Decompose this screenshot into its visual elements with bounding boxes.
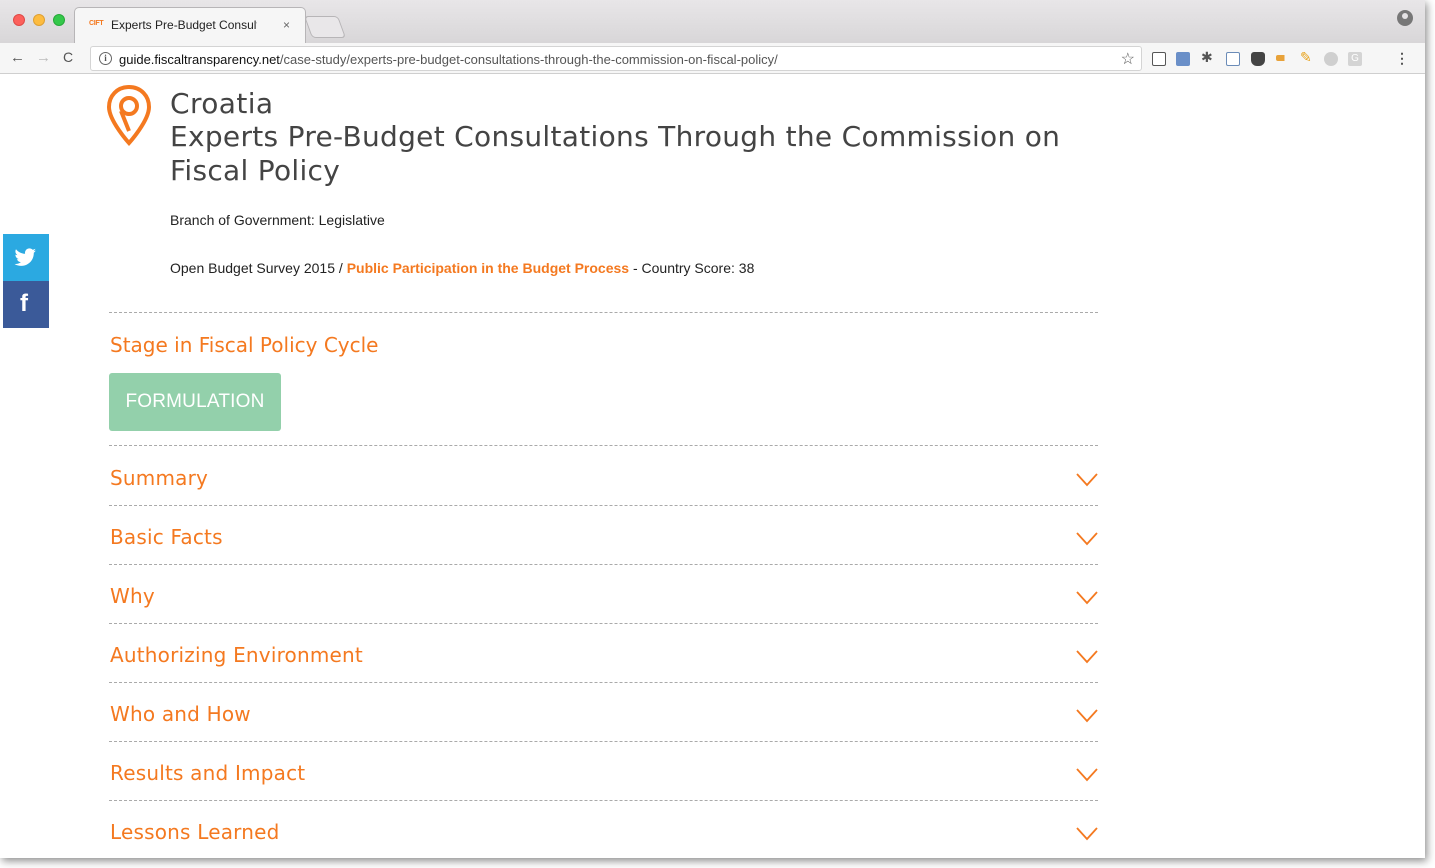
- chevron-down-icon: [1076, 650, 1098, 664]
- back-icon[interactable]: ←: [10, 49, 25, 66]
- chevron-down-icon: [1076, 827, 1098, 841]
- country-heading: Croatia: [170, 87, 274, 120]
- bookmark-star-icon[interactable]: ☆: [1121, 49, 1135, 69]
- obs-country-score: - Country Score: 38: [629, 260, 755, 276]
- chevron-down-icon: [1076, 768, 1098, 782]
- browser-menu-icon[interactable]: ⋮: [1395, 50, 1409, 67]
- section-label: Authorizing Environment: [110, 643, 363, 667]
- crop-icon[interactable]: [1226, 52, 1240, 66]
- page-content: f Croatia Experts Pre-Budget Consultatio…: [0, 75, 1425, 858]
- chevron-down-icon: [1076, 473, 1098, 487]
- chevron-down-icon: [1076, 532, 1098, 546]
- forward-icon[interactable]: →: [36, 49, 51, 66]
- page-title: Experts Pre-Budget Consultations Through…: [170, 120, 1061, 187]
- stage-heading: Stage in Fiscal Policy Cycle: [110, 333, 379, 357]
- section-label: Who and How: [110, 702, 251, 726]
- tab-title: Experts Pre-Budget Consultati: [111, 18, 257, 32]
- address-bar[interactable]: i guide.fiscaltransparency.net/case-stud…: [90, 46, 1142, 71]
- hammer-icon[interactable]: [1276, 55, 1290, 61]
- cast-icon[interactable]: [1152, 52, 1166, 66]
- divider: [109, 312, 1098, 313]
- section-label: Lessons Learned: [110, 820, 280, 844]
- facebook-share-button[interactable]: f: [3, 281, 49, 328]
- stage-badge-formulation[interactable]: FORMULATION: [109, 373, 281, 431]
- section-basic-facts[interactable]: Basic Facts: [109, 505, 1098, 564]
- reload-icon[interactable]: C: [63, 49, 73, 65]
- section-authorizing-environment[interactable]: Authorizing Environment: [109, 623, 1098, 682]
- branch-of-government: Branch of Government: Legislative: [170, 212, 385, 228]
- twitter-share-button[interactable]: [3, 234, 49, 281]
- chevron-down-icon: [1076, 709, 1098, 723]
- section-label: Results and Impact: [110, 761, 306, 785]
- obs-prefix: Open Budget Survey 2015 /: [170, 260, 347, 276]
- section-label: Why: [110, 584, 155, 608]
- section-label: Summary: [110, 466, 209, 490]
- info-icon[interactable]: i: [99, 52, 112, 65]
- section-lessons-learned[interactable]: Lessons Learned: [109, 800, 1098, 858]
- cloud-icon[interactable]: [1324, 52, 1338, 66]
- url-host: guide.fiscaltransparency.net: [119, 52, 280, 67]
- profile-icon[interactable]: [1397, 10, 1413, 26]
- url-path: /case-study/experts-pre-budget-consultat…: [279, 52, 778, 67]
- facebook-icon: f: [20, 290, 28, 317]
- section-who-and-how[interactable]: Who and How: [109, 682, 1098, 741]
- maximize-window-button[interactable]: [53, 14, 65, 26]
- url-text[interactable]: guide.fiscaltransparency.net/case-study/…: [119, 52, 778, 67]
- favicon-icon: CIFT: [89, 20, 104, 27]
- twitter-icon: [14, 248, 36, 266]
- location-pin-icon: [107, 85, 151, 146]
- puzzle-icon[interactable]: ✱: [1201, 49, 1215, 65]
- section-label: Basic Facts: [110, 525, 223, 549]
- public-participation-link[interactable]: Public Participation in the Budget Proce…: [347, 260, 629, 276]
- browser-tab-active[interactable]: CIFT Experts Pre-Budget Consultati ×: [74, 7, 306, 43]
- evernote-icon[interactable]: [1251, 52, 1265, 66]
- browser-window: CIFT Experts Pre-Budget Consultati × ← →…: [0, 0, 1425, 858]
- open-budget-survey-line: Open Budget Survey 2015 / Public Partici…: [170, 260, 754, 276]
- grammarly-icon[interactable]: G: [1348, 52, 1362, 66]
- screenshot-icon[interactable]: [1176, 52, 1190, 66]
- new-tab-button[interactable]: [303, 16, 347, 38]
- tab-close-icon[interactable]: ×: [283, 18, 290, 32]
- minimize-window-button[interactable]: [33, 14, 45, 26]
- section-why[interactable]: Why: [109, 564, 1098, 623]
- title-bar: CIFT Experts Pre-Budget Consultati ×: [0, 0, 1425, 43]
- chevron-down-icon: [1076, 591, 1098, 605]
- browser-toolbar: ← → C i guide.fiscaltransparency.net/cas…: [0, 43, 1425, 74]
- section-results-and-impact[interactable]: Results and Impact: [109, 741, 1098, 800]
- close-window-button[interactable]: [13, 14, 25, 26]
- section-summary[interactable]: Summary: [109, 446, 1098, 505]
- pencil-icon[interactable]: ✎: [1300, 49, 1314, 65]
